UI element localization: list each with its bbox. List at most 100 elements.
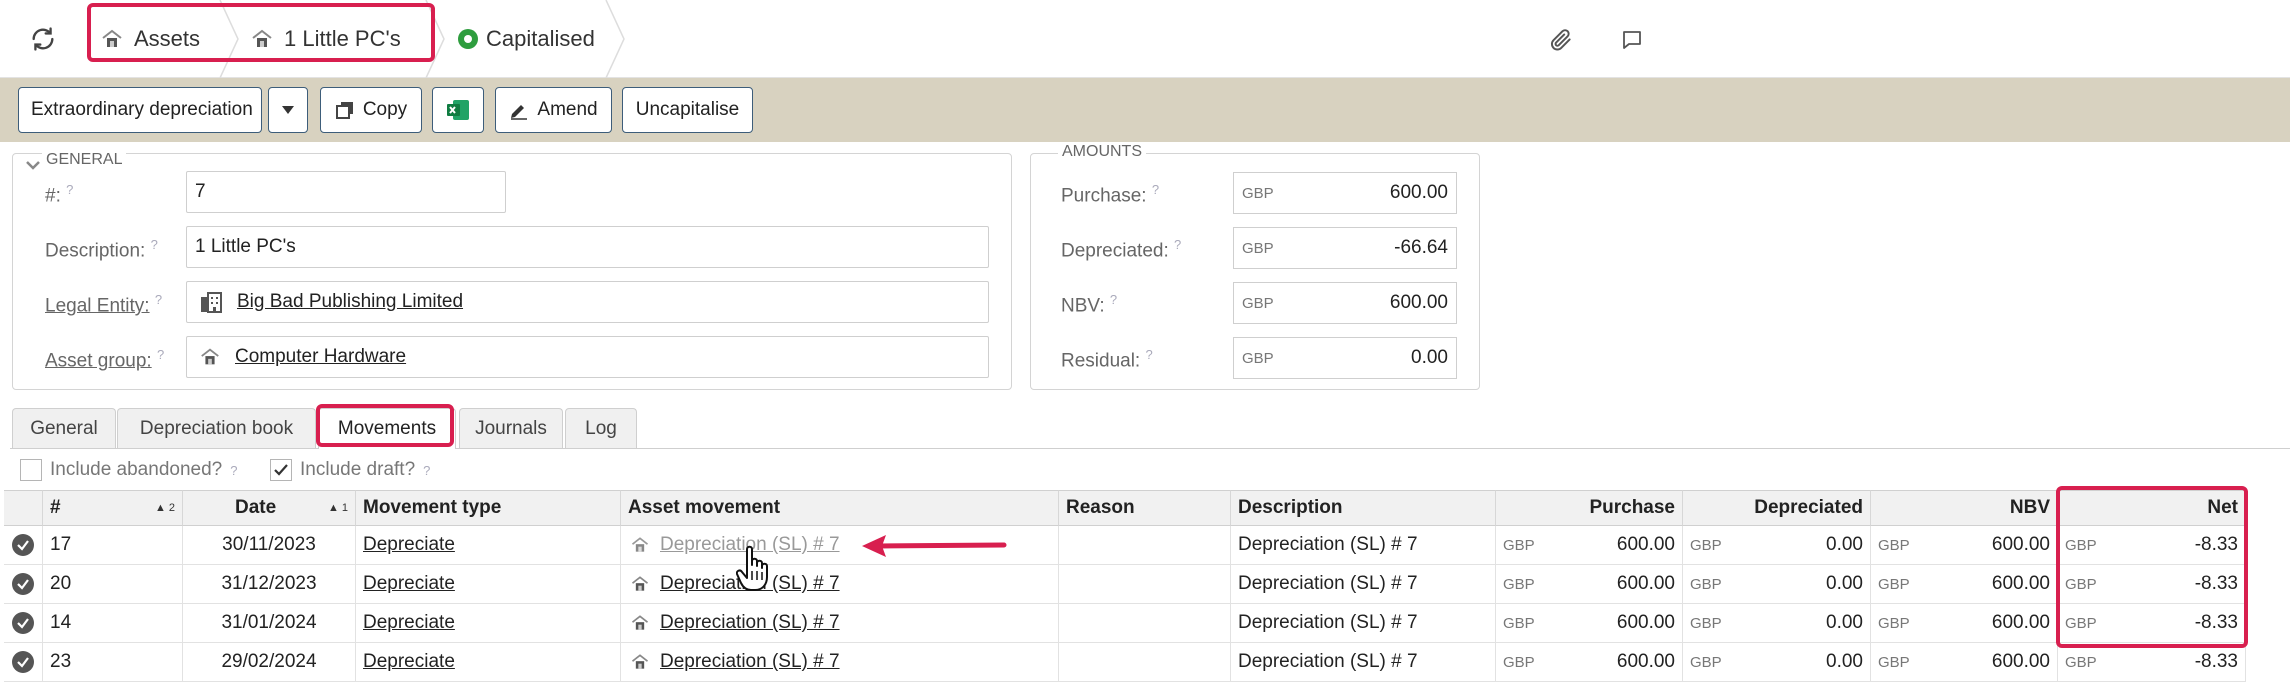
asset-movement-cell: Depreciation (SL) # 7 [621,643,1059,682]
help-mark[interactable]: ? [157,347,164,362]
excel-icon [447,100,469,120]
nbv-cell: GBP 600.00 [1871,565,2058,604]
grid-header-movement-type[interactable]: Movement type [356,490,621,526]
movement-type-cell: Depreciate [356,526,621,565]
include-abandoned-checkbox[interactable]: Include abandoned? ? [20,456,237,484]
date-cell: 30/11/2023 [183,526,356,565]
grid-header-nbv[interactable]: NBV [1871,490,2058,526]
currency-code: GBP [1878,614,1910,632]
grid-header-select [4,490,43,526]
legal-entity-link[interactable]: Big Bad Publishing Limited [237,291,463,313]
tab-movements[interactable]: Movements [318,408,456,449]
purchase-cell: GBP 600.00 [1496,526,1683,565]
row-status-cell[interactable] [4,604,43,643]
tab-depreciation-book[interactable]: Depreciation book [117,408,316,448]
currency-code: GBP [2065,614,2097,632]
comments-button[interactable] [1614,22,1650,58]
help-mark[interactable]: ? [1146,347,1153,362]
amount-value: -8.33 [2194,573,2238,594]
asset-group-label[interactable]: Asset group: ? [45,347,164,372]
status-label: Capitalised [486,26,595,51]
movement-type-cell: Depreciate [356,643,621,682]
help-mark[interactable]: ? [423,463,430,478]
column-label: Depreciated [1754,497,1863,518]
checkbox-box[interactable] [20,459,42,481]
net-cell: GBP -8.33 [2058,526,2246,565]
amount-value: 0.00 [1826,534,1863,555]
grid-header-net[interactable]: Net [2058,490,2246,526]
legal-entity-label[interactable]: Legal Entity: ? [45,292,162,317]
currency-code: GBP [1878,653,1910,671]
description-field[interactable]: 1 Little PC's [186,226,989,268]
grid-header-depreciated[interactable]: Depreciated [1683,490,1871,526]
asset-icon [631,615,649,630]
currency-code: GBP [1878,575,1910,593]
amount-label-text: NBV: [1061,295,1105,317]
grid-header-description[interactable]: Description [1231,490,1496,526]
attachments-button[interactable] [1543,22,1579,58]
breadcrumb-asset-record[interactable]: 1 Little PC's [250,0,401,78]
tab-general[interactable]: General [12,408,116,448]
grid-header-date[interactable]: Date ▲ 1 [183,490,356,526]
currency-code: GBP [1503,614,1535,632]
include-abandoned-label: Include abandoned? [50,459,223,480]
asset-icon [631,537,649,552]
legal-entity-field[interactable]: Big Bad Publishing Limited [186,281,989,323]
tab-label: Depreciation book [139,417,294,439]
amend-button[interactable]: Amend [495,87,612,133]
help-mark[interactable]: ? [151,237,158,252]
asset-group-field[interactable]: Computer Hardware [186,336,989,378]
grid-header-asset-movement[interactable]: Asset movement [621,490,1059,526]
export-excel-button[interactable] [432,87,484,133]
copy-button[interactable]: Copy [320,87,422,133]
nbv-cell: GBP 600.00 [1871,526,2058,565]
asset-group-link[interactable]: Computer Hardware [235,346,406,368]
include-draft-checkbox[interactable]: Include draft? ? [270,456,430,484]
currency-code: GBP [1242,349,1274,367]
movement-type-link[interactable]: Depreciate [363,534,455,556]
grid-header-number[interactable]: # ▲ 2 [43,490,183,526]
row-status-cell[interactable] [4,643,43,682]
row-status-cell[interactable] [4,565,43,604]
currency-code: GBP [1503,575,1535,593]
column-label: Asset movement [628,497,781,518]
grid-header-purchase[interactable]: Purchase [1496,490,1683,526]
asset-icon [250,27,274,51]
help-mark[interactable]: ? [1152,182,1159,197]
tab-label: General [30,417,98,439]
refresh-button[interactable] [22,18,64,60]
row-status-cell[interactable] [4,526,43,565]
purchase-cell: GBP 600.00 [1496,565,1683,604]
help-mark[interactable]: ? [66,182,73,197]
help-mark[interactable]: ? [230,463,237,478]
column-label: Purchase [1589,497,1675,518]
column-label: Date [235,497,277,518]
uncapitalise-button[interactable]: Uncapitalise [622,87,753,133]
movement-type-link[interactable]: Depreciate [363,612,455,634]
help-mark[interactable]: ? [1174,237,1181,252]
legal-entity-label-link[interactable]: Legal Entity: [45,295,150,316]
breadcrumb-assets[interactable]: Assets [100,0,200,78]
extraordinary-dropdown-button[interactable] [268,87,308,133]
tab-log[interactable]: Log [565,408,637,448]
help-mark[interactable]: ? [155,292,162,307]
date-cell: 29/02/2024 [183,643,356,682]
amount-value: 600.00 [1616,534,1675,555]
asset-movement-link[interactable]: Depreciation (SL) # 7 [660,612,840,634]
asset-group-label-link[interactable]: Asset group: [45,350,152,371]
help-mark[interactable]: ? [1110,292,1117,307]
description-cell: Depreciation (SL) # 7 [1231,526,1496,565]
number-field[interactable]: 7 [186,171,506,213]
currency-code: GBP [1690,653,1722,671]
tab-journals[interactable]: Journals [459,408,563,448]
net-cell: GBP -8.33 [2058,643,2246,682]
movement-type-link[interactable]: Depreciate [363,573,455,595]
reason-cell [1059,643,1231,682]
checkbox-box[interactable] [270,459,292,481]
extraordinary-depreciation-button[interactable]: Extraordinary depreciation [18,87,262,133]
net-cell: GBP -8.33 [2058,604,2246,643]
grid-header-reason[interactable]: Reason [1059,490,1231,526]
amounts-panel-title: AMOUNTS [1058,143,1146,161]
amount-label-text: Depreciated: [1061,240,1169,262]
general-panel-header[interactable]: GENERAL [24,146,127,174]
